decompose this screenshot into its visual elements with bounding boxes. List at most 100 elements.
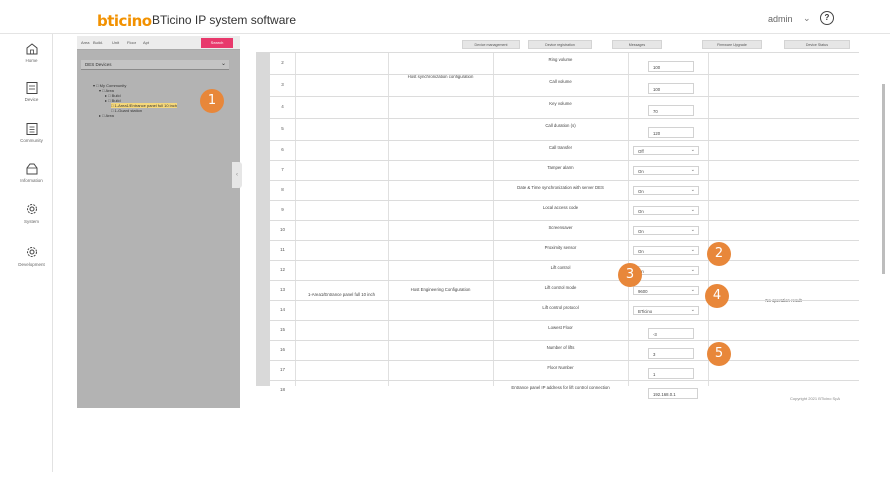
tree-filter-bar: Area Build. Unit Floor Apt Search [77,36,240,50]
search-button[interactable]: Search [201,38,233,48]
information-icon [26,163,37,175]
callout-badge-4: 4 [705,284,729,308]
device-type-select[interactable]: DES Devices ⌄ [81,60,229,70]
param-input[interactable]: 70 [648,105,694,116]
row-divider [270,74,859,75]
chevron-down-icon[interactable]: ⌄ [803,13,811,24]
param-name: Lift control mode [544,285,577,290]
system-gear-icon [26,204,37,214]
param-select[interactable]: On⌄ [633,166,699,175]
param-name: Key volume [549,101,572,106]
nav-information[interactable]: Information [10,162,53,183]
nav-community[interactable]: Community [10,122,53,143]
row-divider [270,220,859,221]
row-divider [270,52,859,53]
row-divider [270,140,859,141]
callout-badge-5: 5 [707,342,731,366]
device-management-button[interactable]: Device management [462,40,520,49]
param-input[interactable]: 192.168.0.1 [648,388,698,399]
param-input[interactable]: 100 [648,61,694,72]
param-name: Proximity sensor [544,245,577,250]
row-number: 11 [280,247,285,252]
row-divider [270,96,859,97]
nav-device[interactable]: Device [10,81,53,102]
row-divider [270,180,859,181]
nav-development[interactable]: Development [10,244,53,267]
param-input[interactable]: -3 [648,328,694,339]
param-input[interactable]: 3 [648,348,694,359]
row-divider [270,300,859,301]
tree-node[interactable]: □ 1-Guard station [111,108,142,113]
community-icon [26,123,37,135]
param-select[interactable]: BTicino ⌄ [633,306,699,315]
chevron-down-icon: ⌄ [690,267,695,273]
filter-area[interactable]: Area [81,40,89,45]
user-menu[interactable]: admin [768,14,793,24]
group-host-engineering: Host Engineering Configuration [410,287,471,292]
row-number: 8 [281,187,284,192]
messages-button[interactable]: Messages [612,40,662,49]
row-number: 2 [281,60,284,65]
help-icon[interactable]: ? [820,11,834,25]
development-gear-icon [26,247,37,257]
row-number: 17 [279,367,285,372]
chevron-down-icon: ⌄ [690,287,695,293]
param-select-value: On [638,169,644,174]
chevron-down-icon: ⌄ [221,61,227,67]
row-divider [270,280,859,281]
param-select[interactable]: On⌄ [633,186,699,195]
param-input[interactable]: 100 [648,83,694,94]
param-select[interactable]: On ⌄ [633,246,699,255]
filter-apt[interactable]: Apt [143,40,149,45]
row-number: 18 [279,387,285,392]
row-number: 7 [281,167,284,172]
param-input[interactable]: 1 [648,368,694,379]
param-select-value: On [638,249,644,254]
param-select[interactable]: On ⌄ [633,206,699,215]
param-name: Number of lifts [546,345,575,350]
row-divider [270,340,859,341]
row-divider [270,200,859,201]
filter-build[interactable]: Build. [93,40,103,45]
param-select[interactable]: Off ⌄ [633,146,699,155]
filter-unit[interactable]: Unit [112,40,119,45]
tree-node[interactable]: ▸ □ Area [99,113,114,118]
param-name: Screensaver [548,225,573,230]
param-select[interactable]: On⌄ [633,266,699,275]
chevron-down-icon: ⌄ [690,207,695,213]
home-icon [26,43,37,55]
collapse-panel-handle[interactable]: ‹ [232,162,242,188]
bticino-logo: bticino [97,12,152,30]
param-select[interactable]: On⌄ [633,226,699,235]
scrollbar-thumb[interactable] [882,84,885,274]
copyright: Copyright 2021 BTicino SpA [790,396,841,401]
row-divider [270,360,859,361]
param-name: Lift control protocol [542,305,579,310]
param-select-value: 9600 [638,289,648,294]
row-number: 3 [281,82,284,87]
device-icon [26,82,37,94]
param-select[interactable]: 9600 ⌄ [633,286,699,295]
row-number: 16 [279,347,285,352]
device-registration-button[interactable]: Device registration [528,40,592,49]
param-name: Call transfer [548,145,573,150]
param-name: Lift control [550,265,571,270]
chevron-down-icon: ⌄ [690,247,695,253]
param-input[interactable]: 120 [648,127,694,138]
nav-home[interactable]: Home [10,42,53,63]
firmware-upgrade-button[interactable]: Firmware Upgrade [702,40,762,49]
chevron-down-icon: ⌄ [690,227,695,233]
app-title: BTicino IP system software [152,13,297,27]
device-status-button[interactable]: Device Status [784,40,850,49]
row-divider [270,118,859,119]
param-name: Ring volume [548,57,573,62]
param-select-value: On [638,209,644,214]
param-name: Tamper alarm [547,165,574,170]
toolbar: Device management Device registration Me… [256,40,854,52]
row-number: 5 [281,126,284,131]
filter-floor[interactable]: Floor [127,40,136,45]
chevron-down-icon: ⌄ [690,307,695,313]
nav-system[interactable]: System [10,201,53,224]
param-select-value: Off [638,149,644,154]
row-number: 6 [281,147,284,152]
